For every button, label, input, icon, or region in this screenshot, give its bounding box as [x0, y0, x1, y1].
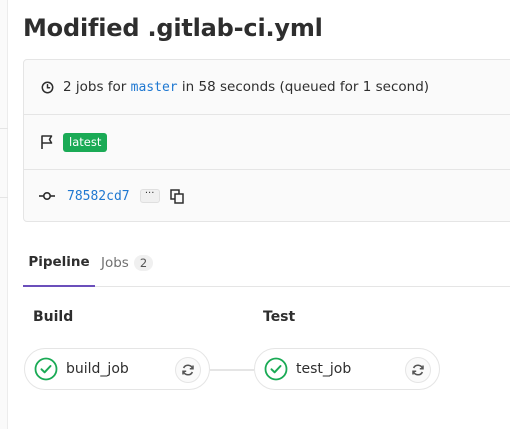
retry-icon[interactable]	[175, 357, 201, 383]
left-sidebar-edge	[0, 0, 8, 429]
tab-jobs[interactable]: Jobs 2	[101, 238, 154, 287]
latest-badge: latest	[63, 132, 108, 152]
job-test[interactable]: test_job	[254, 348, 440, 390]
retry-icon[interactable]	[405, 357, 431, 383]
commit-row: 78582cd7 ···	[24, 170, 510, 222]
branch-link[interactable]: master	[131, 80, 178, 95]
copy-icon[interactable]	[168, 187, 186, 205]
pipeline-info-box: 2 jobs for master in 58 seconds (queued …	[23, 59, 510, 222]
job-name[interactable]: test_job	[296, 361, 351, 377]
stage-connector	[210, 369, 254, 371]
tab-pipeline-label: Pipeline	[28, 253, 90, 270]
sidebar-divider	[0, 197, 8, 198]
commit-sha-link[interactable]: 78582cd7	[67, 189, 130, 204]
tab-jobs-label: Jobs	[101, 254, 129, 271]
status-success-icon	[264, 357, 288, 381]
job-build[interactable]: build_job	[24, 348, 210, 390]
jobs-count-badge: 2	[133, 254, 154, 271]
page-title: Modified .gitlab-ci.yml	[23, 14, 323, 42]
toggle-commit-description-button[interactable]: ···	[139, 189, 160, 203]
stage-title-test: Test	[263, 309, 296, 325]
jobs-summary-suffix: in 58 seconds (queued for 1 second)	[181, 79, 430, 95]
jobs-summary-prefix: 2 jobs for	[63, 79, 127, 95]
status-success-icon	[34, 357, 58, 381]
jobs-summary-text: 2 jobs for master in 58 seconds (queued …	[63, 79, 429, 95]
tab-pipeline[interactable]: Pipeline	[23, 238, 95, 287]
job-name[interactable]: build_job	[66, 361, 129, 377]
jobs-summary-row: 2 jobs for master in 58 seconds (queued …	[24, 60, 510, 115]
badges-row: latest	[24, 115, 510, 170]
clock-icon	[39, 79, 55, 95]
pipeline-tabs: Pipeline Jobs 2	[23, 238, 510, 287]
sidebar-divider	[0, 128, 8, 129]
stage-title-build: Build	[33, 309, 74, 325]
commit-icon	[39, 188, 55, 204]
flag-icon	[39, 134, 55, 150]
